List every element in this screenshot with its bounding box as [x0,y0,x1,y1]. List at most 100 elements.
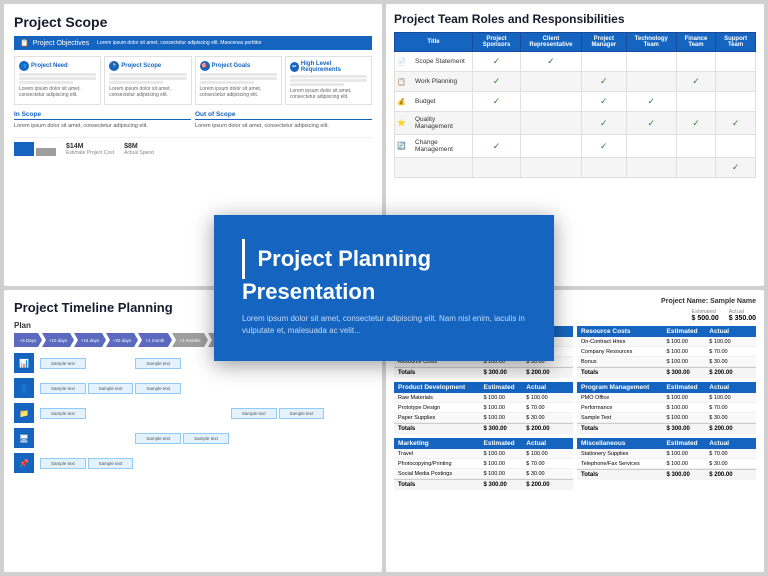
timeline-cell [279,458,325,469]
center-overlay: Project Planning Presentation Lorem ipsu… [214,215,554,361]
scope-card-need: 👥 Project Need Lorem ipsum dolor sit ame… [14,56,101,105]
timeline-cell: Sample text [40,408,86,419]
col-client: Client Representative [521,33,582,52]
step-5: +1 month [138,333,172,347]
list-item: 👤 Sample text Sample text Sample text [14,378,372,398]
timeline-cell: Sample text [183,433,229,444]
timeline-cell: Sample text [279,408,325,419]
roles-title: Project Team Roles and Responsibilities [394,12,756,26]
col-manager: Project Manager [581,33,626,52]
out-scope-title: Out of Scope [195,111,372,120]
step-1: +5 Days [14,333,42,347]
check-icon: ✓ [732,118,740,128]
in-scope-text: Lorem ipsum dolor sit amet, consectetur … [14,123,191,131]
estimate-label: Estimate Project Cost [66,150,114,156]
out-scope-text: Lorem ipsum dolor sit amet, consectetur … [195,123,372,131]
list-item: Program Management Estimated Actual PMO … [577,382,756,434]
timeline-cell [135,458,181,469]
timeline-cell [183,383,229,394]
timeline-cell [231,383,277,394]
objectives-bar: 📋 Project Objectives Lorem ipsum dolor s… [14,36,372,50]
col-tech: Technology Team [626,33,676,52]
timeline-cell: Sample text [88,458,134,469]
row-icon: ⭐ [397,119,406,127]
timeline-cell [326,458,372,469]
roles-table: Title Project Sponsors Client Representa… [394,32,756,178]
check-icon: ✓ [493,141,501,151]
check-icon: ✓ [493,56,501,66]
act-total: $ 350.00 [729,315,756,322]
list-item: Product Development Estimated Actual Raw… [394,382,573,434]
check-icon: ✓ [493,76,501,86]
overlay-subtitle: Lorem ipsum dolor sit amet, consectetur … [242,313,526,337]
actual-value: $8M [124,143,154,150]
timeline-cell: Sample text [88,383,134,394]
overlay-bar [242,239,245,279]
cost-actual: $8M Actual Spend [124,143,154,156]
timeline-cell [279,383,325,394]
scope-icon: 🔭 [109,61,119,71]
actual-bar [36,148,56,156]
timeline-cell [183,408,229,419]
timeline-cell [326,383,372,394]
timeline-cell [88,358,134,369]
overlay-title: Project Planning Presentation [242,246,431,304]
timeline-cell [326,433,372,444]
row-icon-2: 👤 [14,378,34,398]
timeline-cell [183,458,229,469]
check-icon: ✓ [648,118,656,128]
in-scope-title: In Scope [14,111,191,120]
row-icon: 📄 [397,58,406,66]
timeline-cell [231,458,277,469]
timeline-cell: Sample text [135,358,181,369]
table-row: 🔄Change Management ✓ ✓ [395,135,756,158]
row-icon: 🔄 [397,142,406,150]
check-icon: ✓ [600,76,608,86]
row-icon-4: 🖥 [14,428,34,448]
col-title: Title [395,33,473,52]
cost-estimate: $14M Estimate Project Cost [66,143,114,156]
timeline-content: 📊 Sample text Sample text 👤 Sample text … [14,353,372,473]
scope-label: Project Scope [121,63,161,69]
need-icon: 👥 [19,61,29,71]
scope-card-scope: 🔭 Project Scope Lorem ipsum dolor sit am… [104,56,191,105]
timeline-cell [231,433,277,444]
table-row: ✓ [395,158,756,178]
check-icon: ✓ [600,118,608,128]
objectives-label: Project Objectives [33,40,89,47]
table-row: ⭐Quality Management ✓ ✓ ✓ ✓ [395,112,756,135]
row-icon: 💰 [397,98,406,106]
project-name: Project Name: Sample Name [661,298,756,305]
timeline-cell: Sample text [135,433,181,444]
timeline-cell: Sample text [40,458,86,469]
check-icon: ✓ [732,162,740,172]
row-icon-5: 📌 [14,453,34,473]
scope-card-requirements: ✂ High Level Requirements Lorem ipsum do… [285,56,372,105]
list-item: 📁 Sample text Sample text Sample text [14,403,372,423]
table-row: 💰Budget ✓ ✓ ✓ [395,92,756,112]
timeline-cell [88,408,134,419]
scope-title: Project Scope [14,14,372,30]
table-row: 📋Work Planning ✓ ✓ ✓ [395,72,756,92]
check-icon: ✓ [600,96,608,106]
req-icon: ✂ [290,62,299,72]
check-icon: ✓ [692,118,700,128]
project-name-value: Sample Name [710,298,756,305]
timeline-cell [326,408,372,419]
timeline-cell: Sample text [40,358,86,369]
est-total: $ 500.00 [692,315,719,322]
project-name-label: Project Name: [661,298,710,305]
list-item: 📌 Sample text Sample text [14,453,372,473]
need-label: Project Need [31,63,68,69]
row-icon-3: 📁 [14,403,34,423]
table-row: 📄Scope Statement ✓ ✓ [395,52,756,72]
scope-sections: In Scope Lorem ipsum dolor sit amet, con… [14,111,372,131]
step-6: +2 months [172,333,208,347]
list-item: Miscellaneous Estimated Actual Stationer… [577,438,756,490]
timeline-cell: Sample text [135,383,181,394]
step-4: +20 days [106,333,138,347]
row-icon-1: 📊 [14,353,34,373]
timeline-cell: Sample text [231,408,277,419]
estimate-value: $14M [66,143,114,150]
timeline-cell [40,433,86,444]
